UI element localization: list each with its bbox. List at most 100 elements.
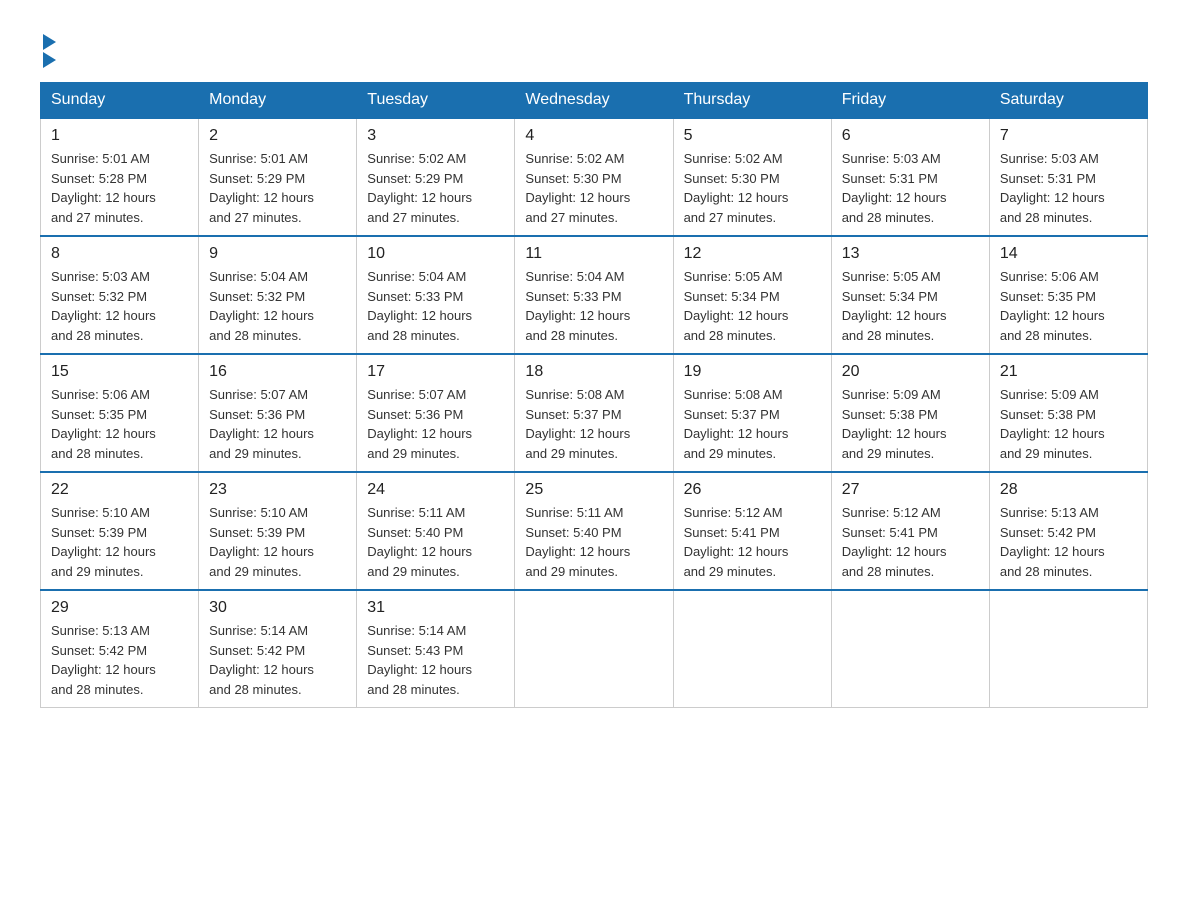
day-number: 22 — [51, 481, 188, 499]
calendar-cell: 5 Sunrise: 5:02 AM Sunset: 5:30 PM Dayli… — [673, 118, 831, 236]
day-number: 30 — [209, 599, 346, 617]
calendar-cell: 1 Sunrise: 5:01 AM Sunset: 5:28 PM Dayli… — [41, 118, 199, 236]
calendar-cell: 30 Sunrise: 5:14 AM Sunset: 5:42 PM Dayl… — [199, 590, 357, 708]
day-number: 10 — [367, 245, 504, 263]
day-info: Sunrise: 5:04 AM Sunset: 5:33 PM Dayligh… — [367, 269, 472, 343]
calendar-week-row: 22 Sunrise: 5:10 AM Sunset: 5:39 PM Dayl… — [41, 472, 1148, 590]
calendar-cell: 18 Sunrise: 5:08 AM Sunset: 5:37 PM Dayl… — [515, 354, 673, 472]
calendar-cell: 25 Sunrise: 5:11 AM Sunset: 5:40 PM Dayl… — [515, 472, 673, 590]
calendar-cell: 28 Sunrise: 5:13 AM Sunset: 5:42 PM Dayl… — [989, 472, 1147, 590]
day-number: 16 — [209, 363, 346, 381]
day-info: Sunrise: 5:03 AM Sunset: 5:31 PM Dayligh… — [1000, 151, 1105, 225]
day-number: 6 — [842, 127, 979, 145]
calendar-cell: 19 Sunrise: 5:08 AM Sunset: 5:37 PM Dayl… — [673, 354, 831, 472]
day-number: 15 — [51, 363, 188, 381]
calendar-week-row: 29 Sunrise: 5:13 AM Sunset: 5:42 PM Dayl… — [41, 590, 1148, 708]
day-number: 18 — [525, 363, 662, 381]
calendar-cell: 13 Sunrise: 5:05 AM Sunset: 5:34 PM Dayl… — [831, 236, 989, 354]
calendar-cell: 21 Sunrise: 5:09 AM Sunset: 5:38 PM Dayl… — [989, 354, 1147, 472]
calendar-week-row: 8 Sunrise: 5:03 AM Sunset: 5:32 PM Dayli… — [41, 236, 1148, 354]
calendar-cell: 24 Sunrise: 5:11 AM Sunset: 5:40 PM Dayl… — [357, 472, 515, 590]
day-number: 14 — [1000, 245, 1137, 263]
day-number: 8 — [51, 245, 188, 263]
day-of-week-header: Saturday — [989, 83, 1147, 119]
calendar-week-row: 15 Sunrise: 5:06 AM Sunset: 5:35 PM Dayl… — [41, 354, 1148, 472]
calendar-cell: 3 Sunrise: 5:02 AM Sunset: 5:29 PM Dayli… — [357, 118, 515, 236]
day-info: Sunrise: 5:02 AM Sunset: 5:30 PM Dayligh… — [684, 151, 789, 225]
calendar-cell — [989, 590, 1147, 708]
day-info: Sunrise: 5:03 AM Sunset: 5:32 PM Dayligh… — [51, 269, 156, 343]
day-info: Sunrise: 5:08 AM Sunset: 5:37 PM Dayligh… — [684, 387, 789, 461]
calendar-cell — [831, 590, 989, 708]
page-header — [40, 30, 1148, 68]
calendar-cell: 23 Sunrise: 5:10 AM Sunset: 5:39 PM Dayl… — [199, 472, 357, 590]
day-of-week-header: Thursday — [673, 83, 831, 119]
day-of-week-header: Tuesday — [357, 83, 515, 119]
day-info: Sunrise: 5:02 AM Sunset: 5:30 PM Dayligh… — [525, 151, 630, 225]
day-number: 31 — [367, 599, 504, 617]
calendar-cell: 8 Sunrise: 5:03 AM Sunset: 5:32 PM Dayli… — [41, 236, 199, 354]
day-number: 27 — [842, 481, 979, 499]
day-number: 17 — [367, 363, 504, 381]
day-number: 24 — [367, 481, 504, 499]
day-info: Sunrise: 5:10 AM Sunset: 5:39 PM Dayligh… — [209, 505, 314, 579]
day-info: Sunrise: 5:04 AM Sunset: 5:32 PM Dayligh… — [209, 269, 314, 343]
calendar-table: SundayMondayTuesdayWednesdayThursdayFrid… — [40, 82, 1148, 708]
day-number: 29 — [51, 599, 188, 617]
calendar-cell — [515, 590, 673, 708]
calendar-cell: 9 Sunrise: 5:04 AM Sunset: 5:32 PM Dayli… — [199, 236, 357, 354]
calendar-cell: 6 Sunrise: 5:03 AM Sunset: 5:31 PM Dayli… — [831, 118, 989, 236]
day-info: Sunrise: 5:08 AM Sunset: 5:37 PM Dayligh… — [525, 387, 630, 461]
day-info: Sunrise: 5:03 AM Sunset: 5:31 PM Dayligh… — [842, 151, 947, 225]
day-info: Sunrise: 5:07 AM Sunset: 5:36 PM Dayligh… — [367, 387, 472, 461]
calendar-header-row: SundayMondayTuesdayWednesdayThursdayFrid… — [41, 83, 1148, 119]
day-number: 20 — [842, 363, 979, 381]
day-info: Sunrise: 5:12 AM Sunset: 5:41 PM Dayligh… — [684, 505, 789, 579]
day-info: Sunrise: 5:11 AM Sunset: 5:40 PM Dayligh… — [367, 505, 472, 579]
day-info: Sunrise: 5:14 AM Sunset: 5:43 PM Dayligh… — [367, 623, 472, 697]
day-number: 28 — [1000, 481, 1137, 499]
calendar-cell: 27 Sunrise: 5:12 AM Sunset: 5:41 PM Dayl… — [831, 472, 989, 590]
day-info: Sunrise: 5:06 AM Sunset: 5:35 PM Dayligh… — [1000, 269, 1105, 343]
calendar-cell: 22 Sunrise: 5:10 AM Sunset: 5:39 PM Dayl… — [41, 472, 199, 590]
day-of-week-header: Monday — [199, 83, 357, 119]
calendar-cell: 4 Sunrise: 5:02 AM Sunset: 5:30 PM Dayli… — [515, 118, 673, 236]
calendar-cell: 2 Sunrise: 5:01 AM Sunset: 5:29 PM Dayli… — [199, 118, 357, 236]
calendar-cell: 31 Sunrise: 5:14 AM Sunset: 5:43 PM Dayl… — [357, 590, 515, 708]
day-of-week-header: Wednesday — [515, 83, 673, 119]
day-number: 1 — [51, 127, 188, 145]
day-info: Sunrise: 5:12 AM Sunset: 5:41 PM Dayligh… — [842, 505, 947, 579]
day-info: Sunrise: 5:14 AM Sunset: 5:42 PM Dayligh… — [209, 623, 314, 697]
day-number: 11 — [525, 245, 662, 263]
day-number: 7 — [1000, 127, 1137, 145]
day-info: Sunrise: 5:07 AM Sunset: 5:36 PM Dayligh… — [209, 387, 314, 461]
day-of-week-header: Friday — [831, 83, 989, 119]
day-info: Sunrise: 5:05 AM Sunset: 5:34 PM Dayligh… — [684, 269, 789, 343]
day-number: 2 — [209, 127, 346, 145]
day-info: Sunrise: 5:05 AM Sunset: 5:34 PM Dayligh… — [842, 269, 947, 343]
day-info: Sunrise: 5:09 AM Sunset: 5:38 PM Dayligh… — [842, 387, 947, 461]
day-number: 19 — [684, 363, 821, 381]
day-info: Sunrise: 5:02 AM Sunset: 5:29 PM Dayligh… — [367, 151, 472, 225]
calendar-cell: 14 Sunrise: 5:06 AM Sunset: 5:35 PM Dayl… — [989, 236, 1147, 354]
day-info: Sunrise: 5:01 AM Sunset: 5:28 PM Dayligh… — [51, 151, 156, 225]
day-number: 3 — [367, 127, 504, 145]
day-number: 25 — [525, 481, 662, 499]
day-number: 26 — [684, 481, 821, 499]
day-info: Sunrise: 5:06 AM Sunset: 5:35 PM Dayligh… — [51, 387, 156, 461]
day-number: 4 — [525, 127, 662, 145]
day-number: 13 — [842, 245, 979, 263]
day-number: 5 — [684, 127, 821, 145]
calendar-cell: 16 Sunrise: 5:07 AM Sunset: 5:36 PM Dayl… — [199, 354, 357, 472]
calendar-cell: 15 Sunrise: 5:06 AM Sunset: 5:35 PM Dayl… — [41, 354, 199, 472]
day-number: 12 — [684, 245, 821, 263]
day-info: Sunrise: 5:11 AM Sunset: 5:40 PM Dayligh… — [525, 505, 630, 579]
calendar-cell: 11 Sunrise: 5:04 AM Sunset: 5:33 PM Dayl… — [515, 236, 673, 354]
day-info: Sunrise: 5:10 AM Sunset: 5:39 PM Dayligh… — [51, 505, 156, 579]
calendar-cell: 29 Sunrise: 5:13 AM Sunset: 5:42 PM Dayl… — [41, 590, 199, 708]
logo — [40, 30, 56, 68]
day-info: Sunrise: 5:04 AM Sunset: 5:33 PM Dayligh… — [525, 269, 630, 343]
day-of-week-header: Sunday — [41, 83, 199, 119]
day-info: Sunrise: 5:01 AM Sunset: 5:29 PM Dayligh… — [209, 151, 314, 225]
calendar-cell: 26 Sunrise: 5:12 AM Sunset: 5:41 PM Dayl… — [673, 472, 831, 590]
